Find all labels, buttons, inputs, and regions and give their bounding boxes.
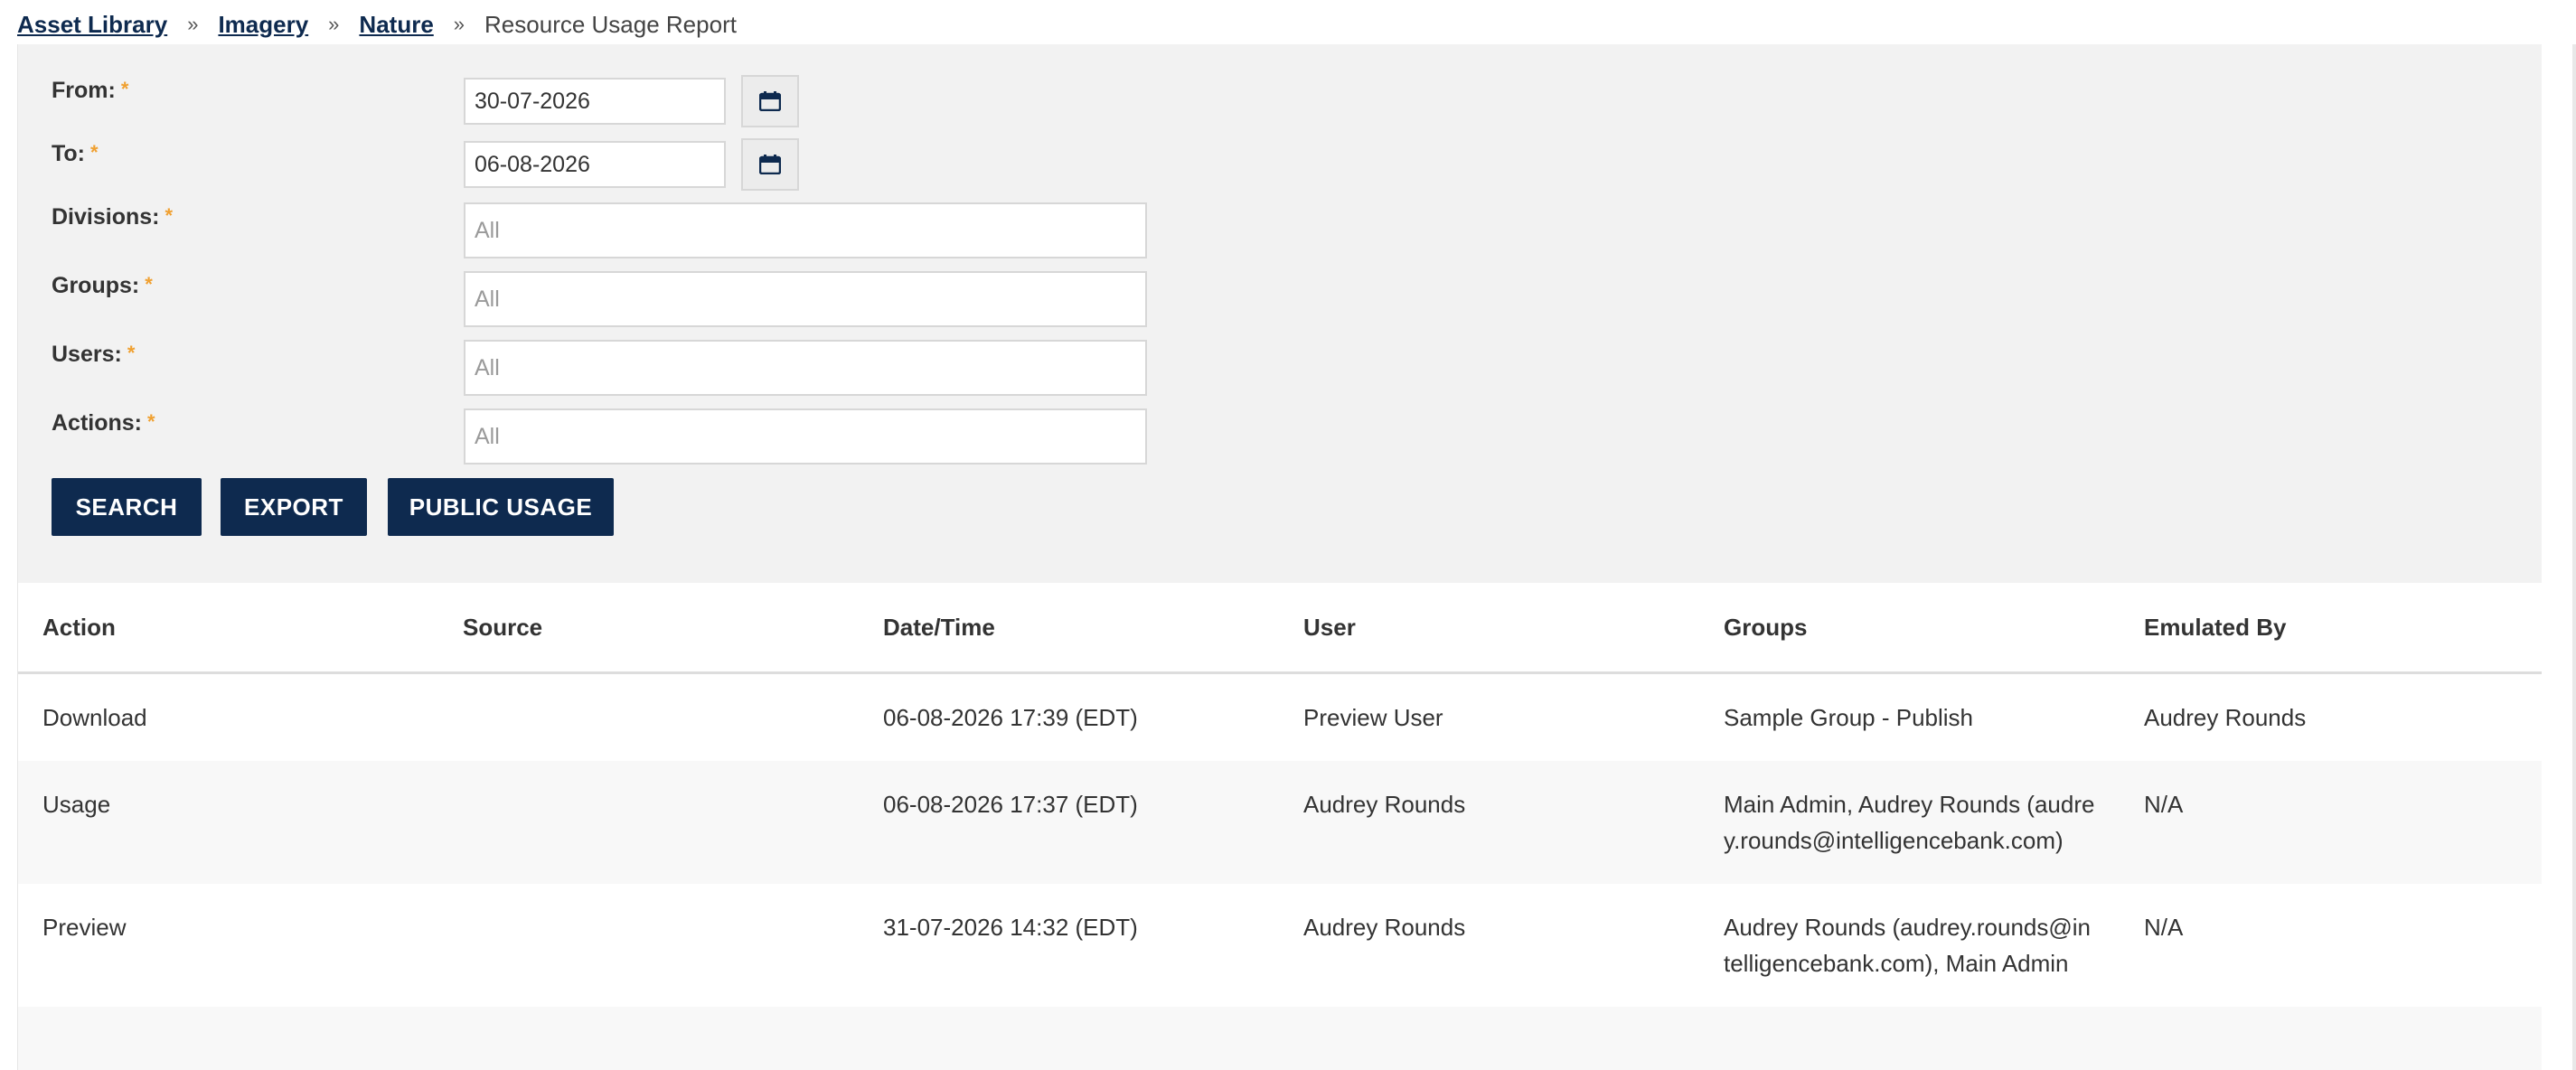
breadcrumb-separator: »	[453, 13, 465, 35]
required-marker: *	[145, 273, 153, 296]
divisions-select[interactable]: All	[464, 202, 1147, 258]
cell-emulated-by: Audrey Rounds	[2144, 704, 2307, 731]
required-marker: *	[165, 204, 174, 227]
cell-datetime	[859, 1007, 1279, 1070]
groups-placeholder: All	[475, 286, 500, 312]
actions-select[interactable]: All	[464, 408, 1147, 465]
cell-user: Preview User	[1303, 704, 1443, 731]
cell-action: Usage	[18, 761, 438, 884]
column-header-datetime[interactable]: Date/Time	[859, 583, 1279, 674]
users-label-text: Users:	[52, 342, 122, 367]
required-marker: *	[120, 78, 129, 100]
cell-emulated-by: N/A	[2120, 761, 2542, 884]
export-button[interactable]: EXPORT	[221, 478, 367, 536]
table-row: Download 06-08-2026 17:39 (EDT) Preview …	[18, 673, 2542, 762]
column-header-groups[interactable]: Groups	[1699, 583, 2120, 674]
page-scrollbar[interactable]	[2572, 44, 2576, 1070]
breadcrumb-asset-library[interactable]: Asset Library	[17, 11, 167, 39]
from-calendar-button[interactable]	[741, 75, 799, 127]
actions-label: Actions: *	[52, 410, 155, 436]
to-calendar-button[interactable]	[741, 138, 799, 191]
cell-groups: Sample Group - Publish	[1724, 704, 1974, 731]
groups-label-text: Groups:	[52, 273, 140, 298]
search-button[interactable]: SEARCH	[52, 478, 202, 536]
to-label-text: To:	[52, 141, 86, 166]
column-header-source[interactable]: Source	[438, 583, 859, 674]
divisions-label-text: Divisions:	[52, 204, 160, 230]
column-header-action[interactable]: Action	[18, 583, 438, 674]
public-usage-button[interactable]: PUBLIC USAGE	[388, 478, 614, 536]
cell-user	[1279, 1007, 1699, 1070]
from-label-text: From:	[52, 78, 116, 103]
table-header: Action Source Date/Time User Groups Emul…	[18, 583, 2542, 674]
cell-groups	[1699, 1007, 2120, 1070]
calendar-icon	[759, 155, 781, 174]
required-marker: *	[127, 342, 136, 364]
cell-groups: Audrey Rounds (audrey.rounds@intelligenc…	[1724, 914, 2092, 977]
table-row	[18, 1007, 2542, 1070]
groups-select[interactable]: All	[464, 271, 1147, 327]
cell-source	[438, 673, 859, 762]
from-date-input[interactable]	[464, 78, 726, 125]
breadcrumb-current-page: Resource Usage Report	[484, 10, 737, 38]
users-select[interactable]: All	[464, 340, 1147, 396]
to-label: To: *	[52, 141, 99, 167]
column-header-emulated-by[interactable]: Emulated By	[2120, 583, 2542, 674]
cell-emulated-by: N/A	[2144, 914, 2184, 941]
cell-datetime: 06-08-2026 17:39 (EDT)	[883, 704, 1138, 731]
usage-table-container: Action Source Date/Time User Groups Emul…	[17, 583, 2542, 1070]
cell-datetime: 06-08-2026 17:37 (EDT)	[859, 761, 1279, 884]
cell-groups: Main Admin, Audrey Rounds (audrey.rounds…	[1699, 761, 2120, 884]
table-row: Usage 06-08-2026 17:37 (EDT) Audrey Roun…	[18, 761, 2542, 884]
breadcrumb-imagery[interactable]: Imagery	[218, 11, 308, 39]
from-label: From: *	[52, 78, 128, 104]
cell-action: Preview	[42, 914, 127, 941]
cell-user: Audrey Rounds	[1303, 914, 1466, 941]
actions-placeholder: All	[475, 423, 500, 449]
divisions-label: Divisions: *	[52, 204, 173, 230]
breadcrumb-separator: »	[187, 13, 199, 35]
cell-datetime: 31-07-2026 14:32 (EDT)	[883, 914, 1138, 941]
table-body: Download 06-08-2026 17:39 (EDT) Preview …	[18, 673, 2542, 1070]
cell-user: Audrey Rounds	[1279, 761, 1699, 884]
column-header-user[interactable]: User	[1279, 583, 1699, 674]
users-placeholder: All	[475, 354, 500, 380]
cell-action	[18, 1007, 438, 1070]
required-marker: *	[90, 141, 99, 164]
cell-source	[438, 884, 859, 1007]
cell-emulated-by	[2120, 1007, 2542, 1070]
usage-table: Action Source Date/Time User Groups Emul…	[18, 583, 2542, 1070]
cell-action: Download	[42, 704, 147, 731]
divisions-placeholder: All	[475, 217, 500, 243]
table-row: Preview 31-07-2026 14:32 (EDT) Audrey Ro…	[18, 884, 2542, 1007]
cell-source	[438, 761, 859, 884]
filter-panel: From:* To:* Divisions:* All Groups:* All	[17, 44, 2542, 583]
actions-label-text: Actions:	[52, 410, 142, 436]
cell-source	[438, 1007, 859, 1070]
breadcrumb-nature[interactable]: Nature	[359, 11, 433, 39]
calendar-icon	[759, 91, 781, 111]
breadcrumb: Asset Library » Imagery » Nature » Resou…	[17, 7, 737, 42]
breadcrumb-separator: »	[328, 13, 340, 35]
table-header-row: Action Source Date/Time User Groups Emul…	[18, 583, 2542, 674]
to-date-input[interactable]	[464, 141, 726, 188]
groups-label: Groups: *	[52, 273, 153, 299]
required-marker: *	[147, 410, 155, 433]
users-label: Users: *	[52, 342, 135, 368]
